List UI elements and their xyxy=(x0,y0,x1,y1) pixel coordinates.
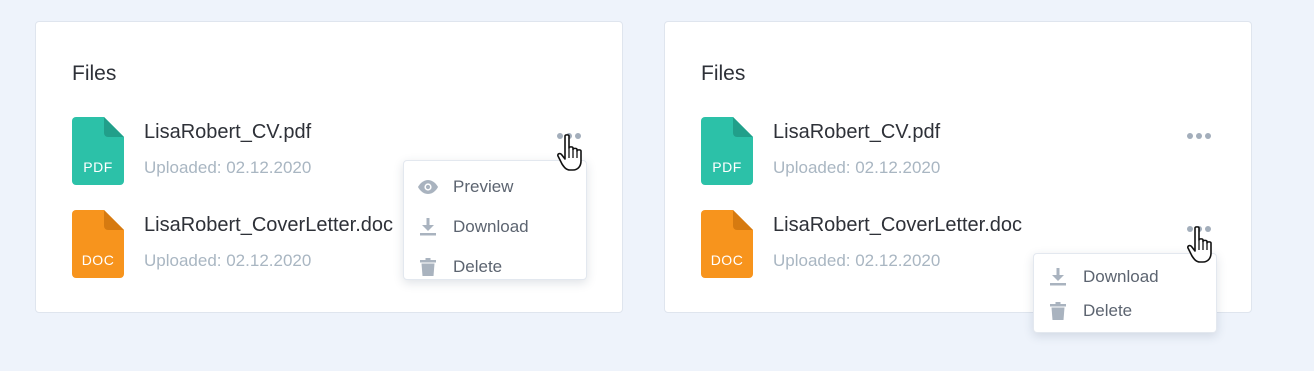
menu-item-delete[interactable]: Delete xyxy=(1034,294,1216,328)
download-icon xyxy=(1048,267,1068,287)
file-name[interactable]: LisaRobert_CoverLetter.doc xyxy=(144,214,393,237)
dot-icon xyxy=(1205,133,1211,139)
download-icon xyxy=(418,217,438,237)
pdf-file-icon: PDF xyxy=(72,117,124,185)
menu-item-label: Download xyxy=(453,217,529,236)
file-actions-menu: Preview Download Delete xyxy=(403,160,587,280)
file-upload-date: Uploaded: 02.12.2020 xyxy=(773,251,941,270)
pdf-file-icon: PDF xyxy=(701,117,753,185)
more-options-button[interactable] xyxy=(1184,128,1214,144)
menu-item-label: Delete xyxy=(453,257,503,276)
hand-pointer-cursor-icon xyxy=(1186,226,1220,266)
dot-icon xyxy=(1196,133,1202,139)
file-row-cv[interactable]: PDF LisaRobert_CV.pdf Uploaded: 02.12.20… xyxy=(701,117,1221,187)
file-ext-label: DOC xyxy=(710,252,744,268)
file-ext-label: PDF xyxy=(712,159,742,175)
doc-file-icon: DOC xyxy=(72,210,124,278)
trash-icon xyxy=(418,257,438,277)
file-name[interactable]: LisaRobert_CV.pdf xyxy=(773,121,940,144)
hand-pointer-cursor-icon xyxy=(556,134,590,174)
file-upload-date: Uploaded: 02.12.2020 xyxy=(144,158,312,177)
menu-item-label: Download xyxy=(1083,267,1159,286)
menu-item-label: Preview xyxy=(453,177,514,196)
doc-file-icon: DOC xyxy=(701,210,753,278)
file-ext-label: DOC xyxy=(81,252,115,268)
file-upload-date: Uploaded: 02.12.2020 xyxy=(773,158,941,177)
eye-icon xyxy=(418,177,438,197)
file-name[interactable]: LisaRobert_CoverLetter.doc xyxy=(773,214,1022,237)
file-ext-label: PDF xyxy=(83,159,113,175)
trash-icon xyxy=(1048,301,1068,321)
file-name[interactable]: LisaRobert_CV.pdf xyxy=(144,121,311,144)
file-upload-date: Uploaded: 02.12.2020 xyxy=(144,251,312,270)
menu-item-label: Delete xyxy=(1083,301,1133,320)
card-title: Files xyxy=(72,62,117,85)
dot-icon xyxy=(1187,133,1193,139)
menu-item-delete[interactable]: Delete xyxy=(404,247,586,287)
menu-item-download[interactable]: Download xyxy=(404,207,586,247)
card-title: Files xyxy=(701,62,746,85)
